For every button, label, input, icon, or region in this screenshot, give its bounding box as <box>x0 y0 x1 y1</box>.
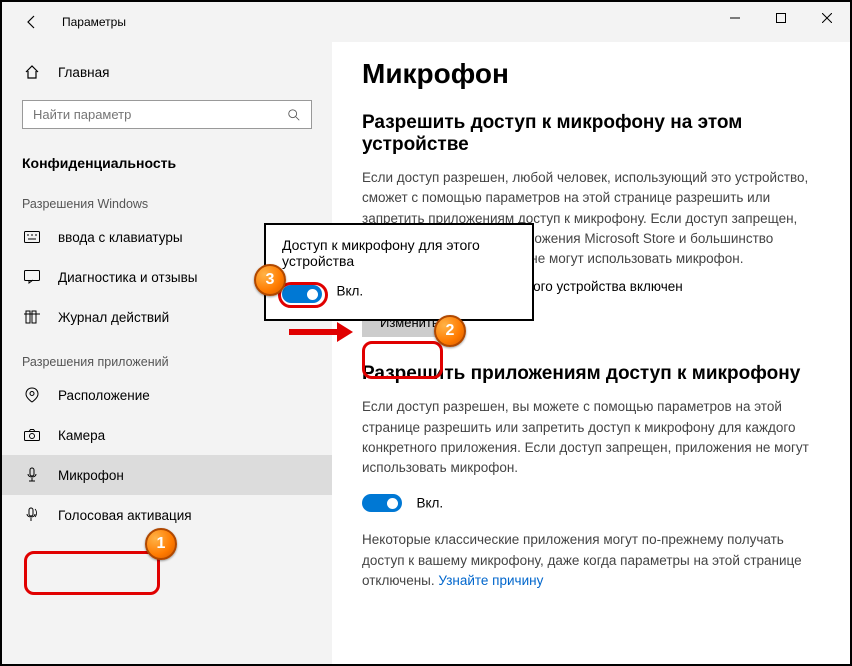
camera-icon <box>22 425 42 445</box>
mic-access-popup: Доступ к микрофону для этого устройства … <box>264 223 534 321</box>
sidebar-home[interactable]: Главная <box>2 52 332 92</box>
annotation-badge-3: 3 <box>254 264 286 296</box>
sidebar-item-location[interactable]: Расположение <box>2 375 332 415</box>
search-input[interactable] <box>33 107 287 122</box>
maximize-button[interactable] <box>758 2 804 34</box>
microphone-icon <box>22 465 42 485</box>
sidebar-label: Голосовая активация <box>58 508 192 523</box>
section1-title: Разрешить доступ к микрофону на этом уст… <box>362 112 820 156</box>
device-mic-toggle[interactable] <box>282 285 322 303</box>
search-box[interactable] <box>22 100 312 129</box>
sidebar-item-camera[interactable]: Камера <box>2 415 332 455</box>
minimize-icon <box>730 13 740 23</box>
toggle-label: Вкл. <box>336 284 363 299</box>
content-area: Микрофон Разрешить доступ к микрофону на… <box>332 42 850 664</box>
sidebar-label: Микрофон <box>58 468 124 483</box>
sidebar-label: ввода с клавиатуры <box>58 230 183 245</box>
search-icon <box>287 108 301 122</box>
voice-icon <box>22 505 42 525</box>
close-button[interactable] <box>804 2 850 34</box>
sidebar-section: Конфиденциальность <box>2 137 332 179</box>
titlebar: Параметры <box>2 2 850 42</box>
sidebar-subsection-apps: Разрешения приложений <box>2 337 332 375</box>
section2-desc: Если доступ разрешен, вы можете с помощь… <box>362 397 820 478</box>
sidebar-subsection-windows: Разрешения Windows <box>2 179 332 217</box>
location-icon <box>22 385 42 405</box>
apps-toggle[interactable] <box>362 494 402 512</box>
window-title: Параметры <box>62 15 126 29</box>
arrow-left-icon <box>24 14 40 30</box>
sidebar-label: Диагностика и отзывы <box>58 270 197 285</box>
toggle-label: Вкл. <box>416 496 443 511</box>
feedback-icon <box>22 267 42 287</box>
home-icon <box>22 62 42 82</box>
annotation-badge-1: 1 <box>145 528 177 560</box>
section2-title: Разрешить приложениям доступ к микрофону <box>362 363 820 385</box>
sidebar-item-microphone[interactable]: Микрофон <box>2 455 332 495</box>
sidebar-label: Расположение <box>58 388 150 403</box>
popup-title: Доступ к микрофону для этого устройства <box>282 237 516 269</box>
minimize-button[interactable] <box>712 2 758 34</box>
back-button[interactable] <box>22 12 42 32</box>
sidebar-label: Журнал действий <box>58 310 169 325</box>
history-icon <box>22 307 42 327</box>
sidebar-label: Главная <box>58 65 109 80</box>
learn-more-link[interactable]: Узнайте причину <box>438 573 543 588</box>
page-title: Микрофон <box>362 58 820 90</box>
annotation-badge-2: 2 <box>434 315 466 347</box>
section2-note: Некоторые классические приложения могут … <box>362 530 820 591</box>
sidebar-label: Камера <box>58 428 105 443</box>
keyboard-icon <box>22 227 42 247</box>
close-icon <box>822 13 832 23</box>
sidebar: Главная Конфиденциальность Разрешения Wi… <box>2 42 332 664</box>
maximize-icon <box>776 13 786 23</box>
